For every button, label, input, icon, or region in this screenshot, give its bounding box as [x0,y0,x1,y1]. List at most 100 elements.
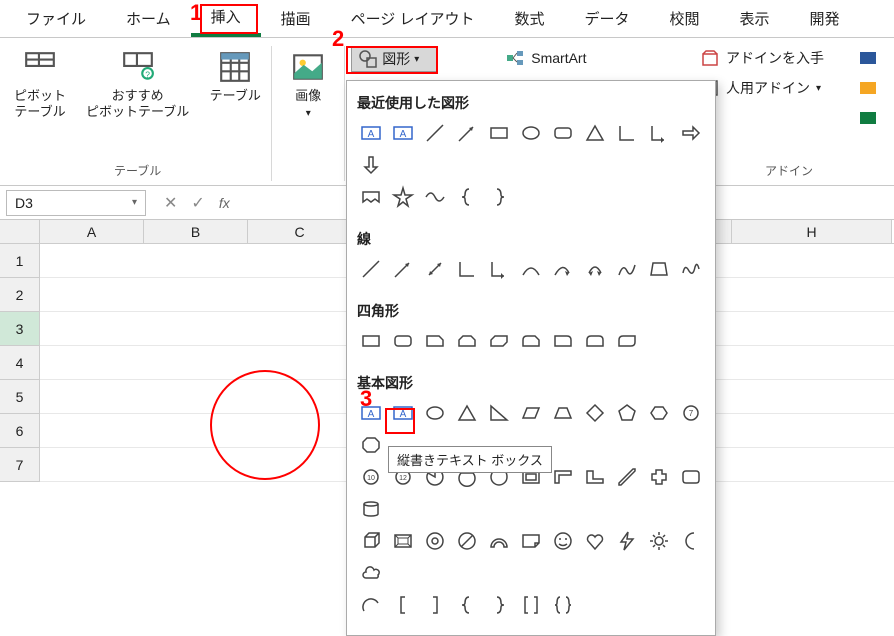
row-header[interactable]: 4 [0,346,40,380]
shape-decagon[interactable]: 10 [357,463,385,491]
shape-nosymbol[interactable] [453,527,481,555]
tab-file[interactable]: ファイル [6,2,106,35]
shape-diamond[interactable] [581,399,609,427]
shape-bevel[interactable] [389,527,417,555]
row-header[interactable]: 5 [0,380,40,414]
shape-triangle[interactable] [581,119,609,147]
shape-foldedcorner[interactable] [517,527,545,555]
shape-curve-double[interactable] [581,255,609,283]
shape-plaque[interactable] [677,463,705,491]
shape-round2same[interactable] [581,327,609,355]
shape-heptagon[interactable]: 7 [677,399,705,427]
shape-wave[interactable] [421,183,449,211]
shape-moon[interactable] [677,527,705,555]
shape-donut[interactable] [421,527,449,555]
shape-bracket-pair[interactable] [517,591,545,619]
confirm-icon[interactable]: ✓ [191,193,204,213]
tab-layout[interactable]: ページ レイアウト [331,2,495,35]
shape-lshape[interactable] [581,463,609,491]
addin-visio[interactable] [852,46,884,70]
row-header[interactable]: 7 [0,448,40,482]
row-header[interactable]: 2 [0,278,40,312]
cancel-icon[interactable]: ✕ [164,193,177,213]
shape-cube[interactable] [357,527,385,555]
row-header[interactable]: 3 [0,312,40,346]
tab-data[interactable]: データ [565,2,650,35]
shape-rect[interactable] [485,119,513,147]
shape-brace-l[interactable] [453,183,481,211]
shape-textbox-h[interactable]: A [357,119,385,147]
shape-snip2same[interactable] [453,327,481,355]
shape-plus[interactable] [645,463,673,491]
shape-lightning[interactable] [613,527,641,555]
row-header[interactable]: 6 [0,414,40,448]
shape-brace-pair[interactable] [549,591,577,619]
shape-brace-l[interactable] [453,591,481,619]
image-button[interactable]: 画像▾ [278,46,338,124]
shape-snip2diag[interactable] [485,327,513,355]
shape-snip1[interactable] [421,327,449,355]
tab-view[interactable]: 表示 [720,2,790,35]
shape-oval[interactable] [421,399,449,427]
shape-sniproound[interactable] [517,327,545,355]
shape-halfframe[interactable] [549,463,577,491]
row-header[interactable]: 1 [0,244,40,278]
tab-dev[interactable]: 開発 [790,2,860,35]
shape-arrow-right[interactable] [677,119,705,147]
shape-bracket-l[interactable] [389,591,417,619]
shape-parallelogram[interactable] [517,399,545,427]
shape-rtriangle[interactable] [485,399,513,427]
shape-line-double[interactable] [421,255,449,283]
get-addin-button[interactable]: アドインを入手 [694,46,830,70]
shape-l[interactable] [613,119,641,147]
select-all-corner[interactable] [0,220,40,243]
shape-sun[interactable] [645,527,673,555]
shape-trapezoid[interactable] [549,399,577,427]
shape-arc[interactable] [357,591,385,619]
col-header-a[interactable]: A [40,220,144,243]
shape-round2diag[interactable] [613,327,641,355]
shape-line-arrow[interactable] [389,255,417,283]
shape-can[interactable] [357,495,385,523]
shape-roundrect[interactable] [389,327,417,355]
tab-home[interactable]: ホーム [106,2,191,35]
shape-elbow[interactable] [453,255,481,283]
addin-bing[interactable] [852,76,884,100]
shape-star[interactable] [389,183,417,211]
shape-triangle[interactable] [453,399,481,427]
shape-pentagon[interactable] [613,399,641,427]
table-button[interactable]: テーブル [205,46,265,108]
shape-brace-r[interactable] [485,183,513,211]
shape-round1[interactable] [549,327,577,355]
tab-formula[interactable]: 数式 [494,2,564,35]
shape-brace-r[interactable] [485,591,513,619]
shape-scribble[interactable] [677,255,705,283]
recommended-pivot-button[interactable]: ? おすすめ ピボットテーブル [82,46,193,123]
shape-blockarc[interactable] [485,527,513,555]
shape-line-arrow[interactable] [453,119,481,147]
col-header-b[interactable]: B [144,220,248,243]
col-header-h[interactable]: H [732,220,892,243]
shape-smiley[interactable] [549,527,577,555]
smartart-button[interactable]: SmartArt [499,46,592,70]
shape-rect[interactable] [357,327,385,355]
name-box[interactable]: D3 ▾ [6,190,146,216]
addin-people[interactable] [852,106,884,130]
shape-l-arrow[interactable] [645,119,673,147]
shape-elbow-arrow[interactable] [485,255,513,283]
shape-textbox-v[interactable]: A [389,119,417,147]
shape-hexagon[interactable] [645,399,673,427]
shape-curve-arrow[interactable] [549,255,577,283]
shape-freeform[interactable] [613,255,641,283]
shape-cloud[interactable] [357,559,385,587]
shape-octagon[interactable] [357,431,385,459]
shape-line[interactable] [421,119,449,147]
shape-line[interactable] [357,255,385,283]
shape-diagstripe[interactable] [613,463,641,491]
col-header-c[interactable]: C [248,220,352,243]
shape-roundrect[interactable] [549,119,577,147]
pivot-table-button[interactable]: ピボット テーブル [10,46,70,123]
shape-arrow-down[interactable] [357,151,385,179]
shape-oval[interactable] [517,119,545,147]
shape-heart[interactable] [581,527,609,555]
